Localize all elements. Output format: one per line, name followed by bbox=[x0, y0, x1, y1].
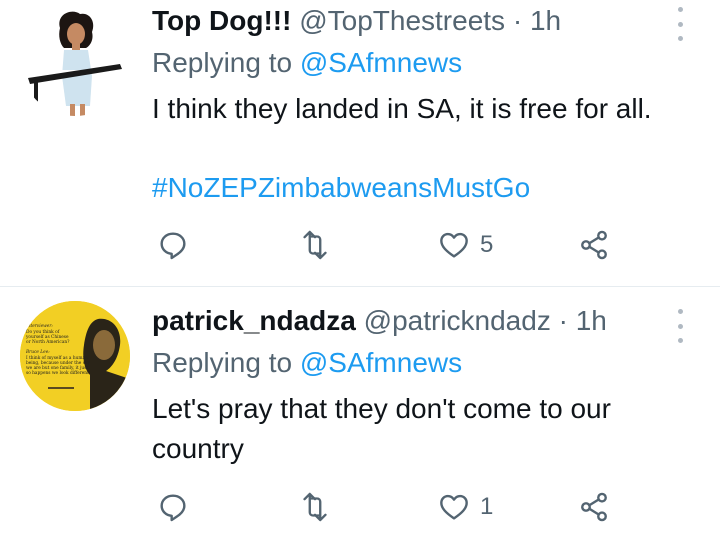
reply-button[interactable] bbox=[157, 491, 189, 523]
hashtag-link[interactable]: #NoZEPZimbabweansMustGo bbox=[152, 170, 530, 206]
like-count: 1 bbox=[480, 493, 494, 520]
retweet-icon bbox=[303, 230, 327, 260]
avatar-image bbox=[20, 6, 130, 116]
tweet-text-line: Let's pray that they don't come to our bbox=[152, 393, 611, 424]
like-button[interactable]: 5 bbox=[438, 229, 493, 261]
avatar-text: Bruce Lee: bbox=[25, 350, 50, 355]
replying-to-label: Replying to bbox=[152, 47, 293, 78]
user-handle[interactable]: @TopThestreets bbox=[299, 5, 505, 36]
share-icon bbox=[581, 230, 607, 260]
share-button[interactable] bbox=[578, 229, 610, 261]
tweet-text: Let's pray that they don't come to our c… bbox=[152, 389, 702, 469]
retweet-button[interactable] bbox=[298, 229, 332, 261]
share-icon bbox=[581, 492, 607, 522]
retweet-icon bbox=[303, 492, 327, 522]
timestamp[interactable]: 1h bbox=[530, 5, 561, 36]
like-count: 5 bbox=[480, 231, 494, 258]
avatar[interactable] bbox=[20, 6, 130, 116]
tweet-header: patrick_ndadza @patrickndadz · 1h bbox=[152, 303, 607, 339]
timestamp[interactable]: 1h bbox=[576, 305, 607, 336]
avatar[interactable]: Interviewer: Do you think of yourself as… bbox=[20, 301, 130, 411]
avatar-text: so happens we look different. bbox=[26, 371, 90, 376]
replying-to: Replying to @SAfmnews bbox=[152, 45, 462, 81]
avatar-image: Interviewer: Do you think of yourself as… bbox=[20, 301, 130, 411]
separator-dot: · bbox=[512, 5, 523, 36]
tweet-text-line: country bbox=[152, 433, 244, 464]
replying-to: Replying to @SAfmnews bbox=[152, 345, 462, 381]
replying-to-mention[interactable]: @SAfmnews bbox=[300, 47, 462, 78]
tweet[interactable] bbox=[0, 0, 720, 286]
reply-button[interactable] bbox=[157, 229, 189, 261]
reply-icon bbox=[160, 494, 186, 522]
display-name[interactable]: Top Dog!!! bbox=[152, 5, 291, 36]
avatar-text: Interviewer: bbox=[25, 324, 53, 329]
share-button[interactable] bbox=[578, 491, 610, 523]
tweet-text: I think they landed in SA, it is free fo… bbox=[152, 93, 652, 124]
separator-dot: · bbox=[558, 305, 568, 336]
like-icon bbox=[440, 232, 468, 258]
replying-to-mention[interactable]: @SAfmnews bbox=[300, 347, 462, 378]
avatar-text: or North American? bbox=[26, 340, 70, 345]
retweet-button[interactable] bbox=[298, 491, 332, 523]
more-options-icon[interactable] bbox=[670, 309, 690, 343]
display-name[interactable]: patrick_ndadza bbox=[152, 305, 356, 336]
tweet-header: Top Dog!!! @TopThestreets · 1h bbox=[152, 3, 561, 39]
like-button[interactable]: 1 bbox=[438, 491, 493, 523]
reply-icon bbox=[160, 232, 186, 260]
like-icon bbox=[440, 494, 468, 520]
more-options-icon[interactable] bbox=[670, 7, 690, 41]
user-handle[interactable]: @patrickndadz bbox=[364, 305, 551, 336]
replying-to-label: Replying to bbox=[152, 347, 293, 378]
